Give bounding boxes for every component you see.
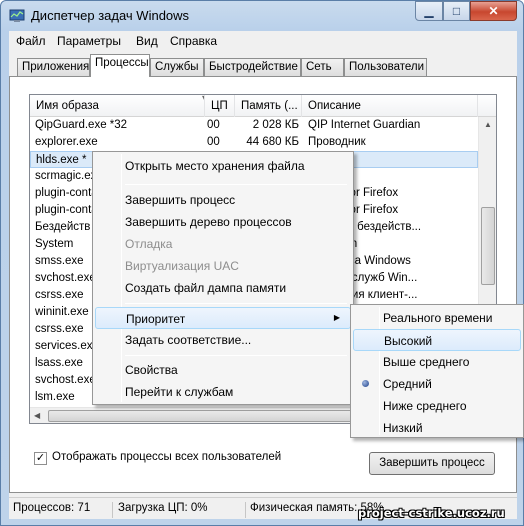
status-process-count: Процессов: 71: [13, 502, 113, 518]
menu-help[interactable]: Справка: [170, 34, 217, 48]
maximize-button[interactable]: □: [443, 1, 470, 21]
tab-processes[interactable]: Процессы: [90, 54, 150, 77]
scroll-left-icon[interactable]: ◀: [34, 411, 40, 420]
minimize-button[interactable]: ▁: [415, 1, 443, 21]
submenu-arrow-icon: ▶: [333, 313, 340, 322]
cell-description: Проводник: [308, 136, 366, 148]
menu-separator: [125, 184, 347, 185]
cell-memory: 2 028 КБ: [252, 119, 299, 131]
show-all-users-checkbox[interactable]: ✓: [34, 452, 47, 465]
tab-services[interactable]: Службы: [150, 58, 204, 77]
cell-image-name: QipGuard.exe *32: [35, 119, 128, 131]
table-row[interactable]: explorer.exe 00 44 680 КБ Проводник: [30, 134, 478, 151]
maximize-icon: □: [452, 4, 461, 18]
menu-open-file-location[interactable]: Открыть место хранения файла: [95, 155, 351, 177]
menu-bar: Файл Параметры Вид Справка: [9, 31, 517, 51]
radio-selected-icon: [362, 380, 369, 387]
menu-end-process-tree[interactable]: Завершить дерево процессов: [95, 211, 351, 233]
tab-performance[interactable]: Быстродействие: [204, 58, 301, 77]
column-image-name-label: Имя образа: [36, 100, 99, 112]
priority-normal[interactable]: Средний: [353, 373, 521, 395]
cell-cpu: 00: [207, 136, 220, 148]
menu-separator: [125, 355, 347, 356]
cell-description: QIP Internet Guardian: [308, 119, 421, 131]
menu-properties[interactable]: Свойства: [95, 359, 351, 381]
window-title: Диспетчер задач Windows: [31, 8, 190, 23]
table-row[interactable]: QipGuard.exe *32 00 2 028 КБ QIP Internet G…: [30, 117, 478, 134]
menu-end-process[interactable]: Завершить процесс: [95, 189, 351, 211]
minimize-icon: ▁: [424, 4, 434, 18]
priority-submenu: Реального времени Высокий Выше среднего …: [350, 304, 524, 438]
menu-file[interactable]: Файл: [16, 34, 46, 48]
close-button[interactable]: ✕: [470, 1, 517, 21]
close-icon: ✕: [488, 4, 499, 18]
menu-create-dump-file[interactable]: Создать файл дампа памяти: [95, 277, 351, 299]
checkmark-icon: ✓: [35, 452, 46, 464]
menu-priority[interactable]: Приоритет ▶: [95, 307, 351, 329]
tab-applications[interactable]: Приложения: [17, 58, 90, 77]
menu-priority-label: Приоритет: [126, 312, 186, 326]
column-image-name[interactable]: Имя образа ▾: [30, 95, 205, 117]
show-all-users-label[interactable]: Отображать процессы всех пользователей: [52, 451, 281, 463]
cell-image-name: explorer.exe: [35, 136, 98, 148]
status-cpu-usage: Загрузка ЦП: 0%: [118, 502, 246, 518]
column-cpu[interactable]: ЦП: [205, 95, 235, 117]
menu-go-to-services[interactable]: Перейти к службам: [95, 381, 351, 403]
column-memory[interactable]: Память (...: [235, 95, 302, 117]
menu-view[interactable]: Вид: [136, 34, 158, 48]
list-header: Имя образа ▾ ЦП Память (... Описание: [30, 95, 496, 117]
tab-strip: Приложения Процессы Службы Быстродействи…: [9, 54, 517, 77]
priority-above-normal[interactable]: Выше среднего: [353, 351, 521, 373]
menu-uac-virtualization[interactable]: Виртуализация UAC: [95, 255, 351, 277]
cell-cpu: 00: [207, 119, 220, 131]
priority-realtime[interactable]: Реального времени: [353, 307, 521, 329]
end-process-button[interactable]: Завершить процесс: [369, 452, 495, 475]
vertical-scroll-thumb[interactable]: [481, 207, 495, 285]
scroll-up-icon[interactable]: ▲: [484, 120, 492, 129]
watermark: project-cstrike.ucoz.ru: [358, 506, 505, 520]
menu-debug[interactable]: Отладка: [95, 233, 351, 255]
priority-high[interactable]: Высокий: [353, 329, 521, 351]
tab-network[interactable]: Сеть: [301, 58, 344, 77]
menu-separator: [125, 303, 347, 304]
priority-low[interactable]: Низкий: [353, 417, 521, 439]
cell-memory: 44 680 КБ: [246, 136, 299, 148]
priority-below-normal[interactable]: Ниже среднего: [353, 395, 521, 417]
priority-normal-label: Средний: [383, 377, 432, 391]
tab-users[interactable]: Пользователи: [344, 58, 427, 77]
column-description[interactable]: Описание: [302, 95, 478, 117]
menu-options[interactable]: Параметры: [57, 34, 121, 48]
taskmgr-icon: [9, 9, 25, 22]
process-context-menu: Открыть место хранения файла Завершить п…: [92, 151, 354, 405]
menu-set-affinity[interactable]: Задать соответствие...: [95, 329, 351, 351]
title-bar[interactable]: Диспетчер задач Windows ▁ □ ✕: [1, 1, 523, 31]
